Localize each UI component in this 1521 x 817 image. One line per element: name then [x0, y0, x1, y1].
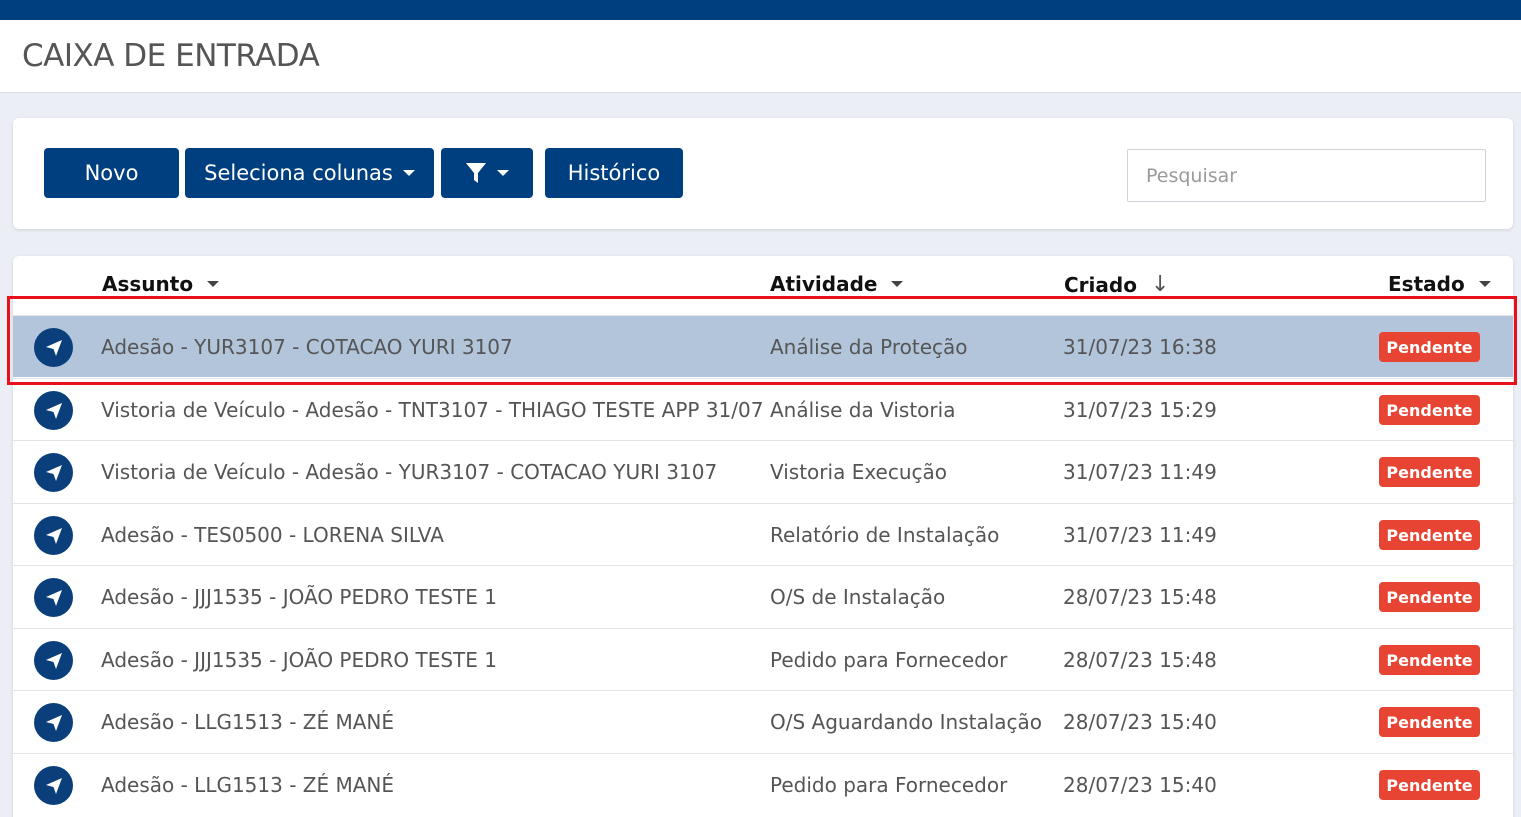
select-columns-button[interactable]: Seleciona colunas — [185, 148, 434, 198]
row-created: 31/07/23 11:49 — [1063, 523, 1217, 547]
row-created: 31/07/23 15:29 — [1063, 398, 1217, 422]
sort-arrow-down-icon: ↓ — [1150, 272, 1170, 297]
row-created: 31/07/23 16:38 — [1063, 335, 1217, 359]
row-subject: Adesão - YUR3107 - COTACAO YURI 3107 — [101, 335, 513, 359]
row-created: 28/07/23 15:40 — [1063, 710, 1217, 734]
column-header-subject[interactable]: Assunto — [102, 272, 220, 296]
table-row[interactable]: Adesão - JJJ1535 - JOÃO PEDRO TESTE 1 Pe… — [13, 628, 1513, 690]
row-subject: Adesão - JJJ1535 - JOÃO PEDRO TESTE 1 — [101, 585, 497, 609]
filter-button[interactable] — [441, 148, 533, 198]
table-row[interactable]: Adesão - LLG1513 - ZÉ MANÉ O/S Aguardand… — [13, 690, 1513, 752]
row-subject: Adesão - LLG1513 - ZÉ MANÉ — [101, 710, 395, 734]
send-icon — [34, 641, 73, 680]
send-icon — [34, 766, 73, 805]
row-created: 28/07/23 15:48 — [1063, 585, 1217, 609]
status-badge: Pendente — [1379, 457, 1480, 487]
new-button-label: Novo — [84, 161, 139, 185]
send-icon — [34, 516, 73, 555]
row-activity: Pedido para Fornecedor — [770, 648, 1008, 672]
row-activity: Vistoria Execução — [770, 460, 948, 484]
sort-caret-icon — [207, 281, 220, 287]
select-columns-label: Seleciona colunas — [204, 161, 393, 185]
search-input[interactable] — [1127, 149, 1486, 202]
column-header-activity[interactable]: Atividade — [770, 272, 904, 296]
row-created: 28/07/23 15:40 — [1063, 773, 1217, 797]
column-header-status-label: Estado — [1388, 272, 1465, 296]
column-header-subject-label: Assunto — [102, 272, 194, 296]
column-header-created[interactable]: Criado ↓ — [1064, 272, 1169, 297]
table-row[interactable]: Adesão - LLG1513 - ZÉ MANÉ Pedido para F… — [13, 753, 1513, 815]
table-row[interactable]: Adesão - TES0500 - LORENA SILVA Relatóri… — [13, 503, 1513, 565]
filter-icon — [466, 163, 486, 183]
table-row[interactable]: Vistoria de Veículo - Adesão - YUR3107 -… — [13, 440, 1513, 502]
chevron-down-icon — [497, 170, 509, 176]
sort-caret-icon — [891, 281, 904, 287]
chevron-down-icon — [402, 170, 415, 176]
table-row[interactable]: Adesão - JJJ1535 - JOÃO PEDRO TESTE 1 O/… — [13, 565, 1513, 627]
status-badge: Pendente — [1379, 395, 1480, 425]
send-icon — [34, 578, 73, 617]
table-row[interactable]: Vistoria de Veículo - Adesão - TNT3107 -… — [13, 378, 1513, 440]
page-header: CAIXA DE ENTRADA — [0, 20, 1521, 93]
send-icon — [34, 453, 73, 492]
top-bar — [0, 0, 1521, 20]
history-button-label: Histórico — [567, 161, 661, 185]
column-header-status[interactable]: Estado — [1388, 272, 1491, 296]
row-created: 28/07/23 15:48 — [1063, 648, 1217, 672]
history-button[interactable]: Histórico — [545, 148, 683, 198]
status-badge: Pendente — [1379, 582, 1480, 612]
column-header-activity-label: Atividade — [770, 272, 878, 296]
row-activity: Relatório de Instalação — [770, 523, 1000, 547]
inbox-table: Assunto Atividade Criado ↓ Estado Adesão… — [13, 256, 1513, 817]
row-created: 31/07/23 11:49 — [1063, 460, 1217, 484]
row-subject: Adesão - JJJ1535 - JOÃO PEDRO TESTE 1 — [101, 648, 497, 672]
send-icon — [34, 703, 73, 742]
table-row[interactable]: Adesão - YUR3107 - COTACAO YURI 3107 Aná… — [13, 315, 1513, 377]
send-icon — [34, 328, 73, 367]
row-subject: Adesão - TES0500 - LORENA SILVA — [101, 523, 444, 547]
status-badge: Pendente — [1379, 707, 1480, 737]
page-title: CAIXA DE ENTRADA — [22, 38, 320, 74]
sort-caret-icon — [1478, 281, 1491, 287]
row-subject: Vistoria de Veículo - Adesão - TNT3107 -… — [101, 398, 764, 422]
row-activity: Análise da Proteção — [770, 335, 968, 359]
row-activity: Pedido para Fornecedor — [770, 773, 1008, 797]
send-icon — [34, 391, 73, 430]
column-header-created-label: Criado — [1064, 272, 1137, 297]
status-badge: Pendente — [1379, 770, 1480, 800]
row-activity: O/S de Instalação — [770, 585, 946, 609]
status-badge: Pendente — [1379, 645, 1480, 675]
row-activity: O/S Aguardando Instalação — [770, 710, 1043, 734]
status-badge: Pendente — [1379, 520, 1480, 550]
new-button[interactable]: Novo — [44, 148, 179, 198]
row-subject: Vistoria de Veículo - Adesão - YUR3107 -… — [101, 460, 718, 484]
status-badge: Pendente — [1379, 332, 1480, 362]
row-subject: Adesão - LLG1513 - ZÉ MANÉ — [101, 773, 395, 797]
row-activity: Análise da Vistoria — [770, 398, 956, 422]
toolbar: Novo Seleciona colunas Histórico — [13, 118, 1513, 229]
